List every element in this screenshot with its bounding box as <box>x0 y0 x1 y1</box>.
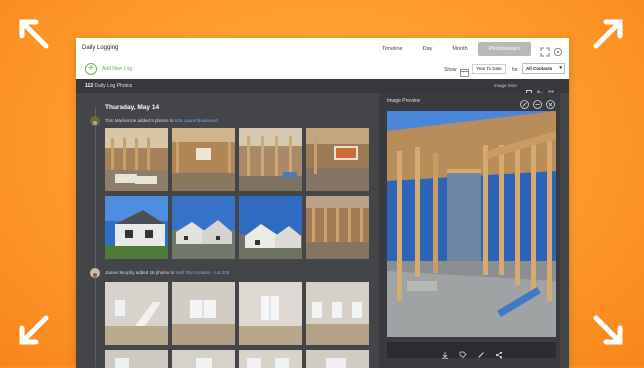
photo-thumbnail[interactable] <box>172 282 235 345</box>
post-caption: Tom Mackenzie added 8 photos to 615 Laur… <box>105 118 218 123</box>
tab-month[interactable]: Month <box>442 46 477 52</box>
tab-timeline[interactable]: Timeline <box>372 46 413 52</box>
photo-thumbnail[interactable] <box>239 128 302 191</box>
avatar <box>90 268 100 278</box>
top-bar: Daily Logging Timeline Day Month Photost… <box>76 38 569 60</box>
app-window: Daily Logging Timeline Day Month Photost… <box>76 38 569 368</box>
photo-feed: Thursday, May 14 Tom Mackenzie added 8 p… <box>76 93 376 368</box>
photos-header: 113 Daily Log Photos Image Size: <box>76 79 569 96</box>
for-label: for <box>512 67 518 73</box>
tag-icon[interactable] <box>459 346 467 359</box>
image-preview-panel: Image Preview <box>379 93 560 368</box>
settings-icon[interactable] <box>553 44 563 57</box>
photo-thumbnail[interactable] <box>306 282 369 345</box>
edit-icon[interactable] <box>477 346 485 358</box>
photo-thumbnail[interactable] <box>105 196 168 259</box>
expand-arrow-icon <box>14 310 54 350</box>
photo-thumbnail[interactable] <box>172 128 235 191</box>
photo-thumbnail[interactable] <box>172 196 235 259</box>
avatar <box>90 116 100 126</box>
preview-title: Image Preview <box>387 98 421 104</box>
photo-thumbnail[interactable] <box>306 196 369 259</box>
small-size-icon[interactable] <box>548 83 554 96</box>
project-link[interactable]: 615 Laurel Boulevard <box>175 118 218 123</box>
photo-thumbnail[interactable] <box>105 350 168 368</box>
preview-toolbar <box>387 342 556 359</box>
contact-filter-select[interactable]: All Contacts ▾ <box>522 63 565 74</box>
minimize-icon[interactable] <box>533 96 542 109</box>
contact-filter-value: All Contacts <box>526 66 553 71</box>
download-icon[interactable] <box>441 346 449 359</box>
close-icon[interactable] <box>546 96 555 109</box>
photo-thumbnail[interactable] <box>105 128 168 191</box>
expand-icon[interactable] <box>520 96 529 109</box>
add-new-log-button[interactable]: Add New Log <box>102 66 132 72</box>
timeline-line <box>95 107 96 367</box>
large-size-icon[interactable] <box>526 83 532 96</box>
photo-count: 113 Daily Log Photos <box>85 83 133 89</box>
add-log-icon[interactable]: + <box>85 63 97 75</box>
tab-day[interactable]: Day <box>413 46 443 52</box>
calendar-icon[interactable] <box>460 64 469 77</box>
photo-thumbnail[interactable] <box>239 282 302 345</box>
fullscreen-icon[interactable] <box>540 44 550 57</box>
project-link[interactable]: Wolf Run Estates - Lot 205 <box>176 270 230 275</box>
photo-thumbnail[interactable] <box>105 282 168 345</box>
day-heading: Thursday, May 14 <box>105 104 160 111</box>
tab-photostream[interactable]: Photostream <box>477 42 531 56</box>
preview-image[interactable] <box>387 111 556 337</box>
medium-size-icon[interactable] <box>537 83 543 96</box>
show-label: Show <box>444 67 457 73</box>
expand-arrow-icon <box>14 14 54 54</box>
expand-arrow-icon <box>588 14 628 54</box>
share-icon[interactable] <box>495 346 503 359</box>
image-size-label: Image Size: <box>494 83 518 88</box>
chevron-down-icon: ▾ <box>559 65 562 71</box>
date-range-button[interactable]: Year To Date <box>472 64 506 74</box>
filter-bar: + Add New Log Show Year To Date for All … <box>76 60 569 78</box>
photo-thumbnail[interactable] <box>172 350 235 368</box>
photo-thumbnail[interactable] <box>239 196 302 259</box>
photo-thumbnail[interactable] <box>306 128 369 191</box>
post-caption: James Murphy added 26 photos to Wolf Run… <box>105 270 230 275</box>
expand-arrow-icon <box>588 310 628 350</box>
app-title: Daily Logging <box>82 45 119 51</box>
photo-thumbnail[interactable] <box>239 350 302 368</box>
photos-panel: 113 Daily Log Photos Image Size: Thursda… <box>76 79 569 368</box>
view-tabs: Timeline Day Month Photostream <box>372 42 531 56</box>
photo-thumbnail[interactable] <box>306 350 369 368</box>
